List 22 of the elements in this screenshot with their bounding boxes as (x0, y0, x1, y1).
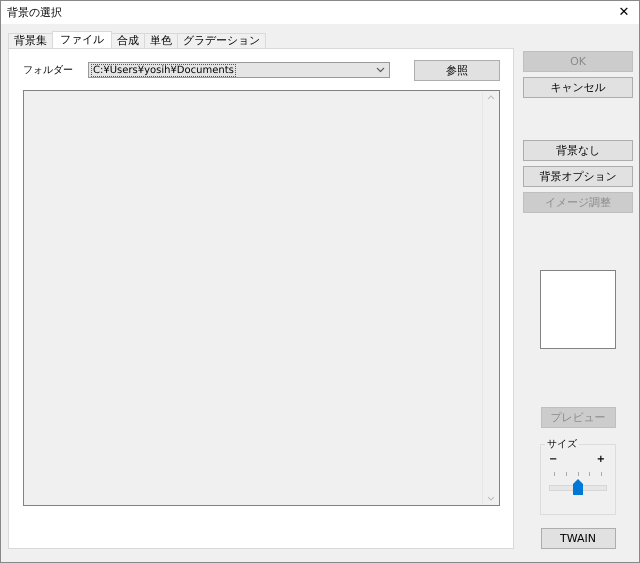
folder-label: フォルダー (23, 64, 74, 77)
dialog-button[interactable]: 背景オプション (523, 166, 633, 187)
tab[interactable]: グラデーション (177, 33, 266, 48)
chevron-down-icon (486, 496, 494, 501)
close-button[interactable]: ✕ (609, 1, 639, 24)
tab[interactable]: 背景集 (8, 33, 53, 48)
chevron-up-icon (486, 95, 494, 100)
minus-label: − (549, 454, 558, 465)
size-slider[interactable] (547, 477, 609, 495)
tab[interactable]: 単色 (144, 33, 178, 48)
size-label: サイズ (545, 437, 579, 451)
tab[interactable]: 合成 (111, 33, 145, 48)
chevron-down-icon (376, 67, 385, 73)
dialog-button[interactable]: キャンセル (523, 77, 633, 98)
tab[interactable]: ファイル (52, 31, 112, 48)
plus-label: + (596, 454, 605, 465)
dialog-button[interactable]: TWAIN (540, 528, 616, 549)
folder-dropdown[interactable]: C:¥Users¥yosih¥Documents (88, 62, 390, 78)
browse-button[interactable]: 参照 (414, 60, 500, 80)
dialog-button[interactable]: 背景なし (523, 140, 633, 161)
window-title: 背景の選択 (7, 5, 62, 20)
slider-thumb[interactable] (573, 479, 583, 495)
